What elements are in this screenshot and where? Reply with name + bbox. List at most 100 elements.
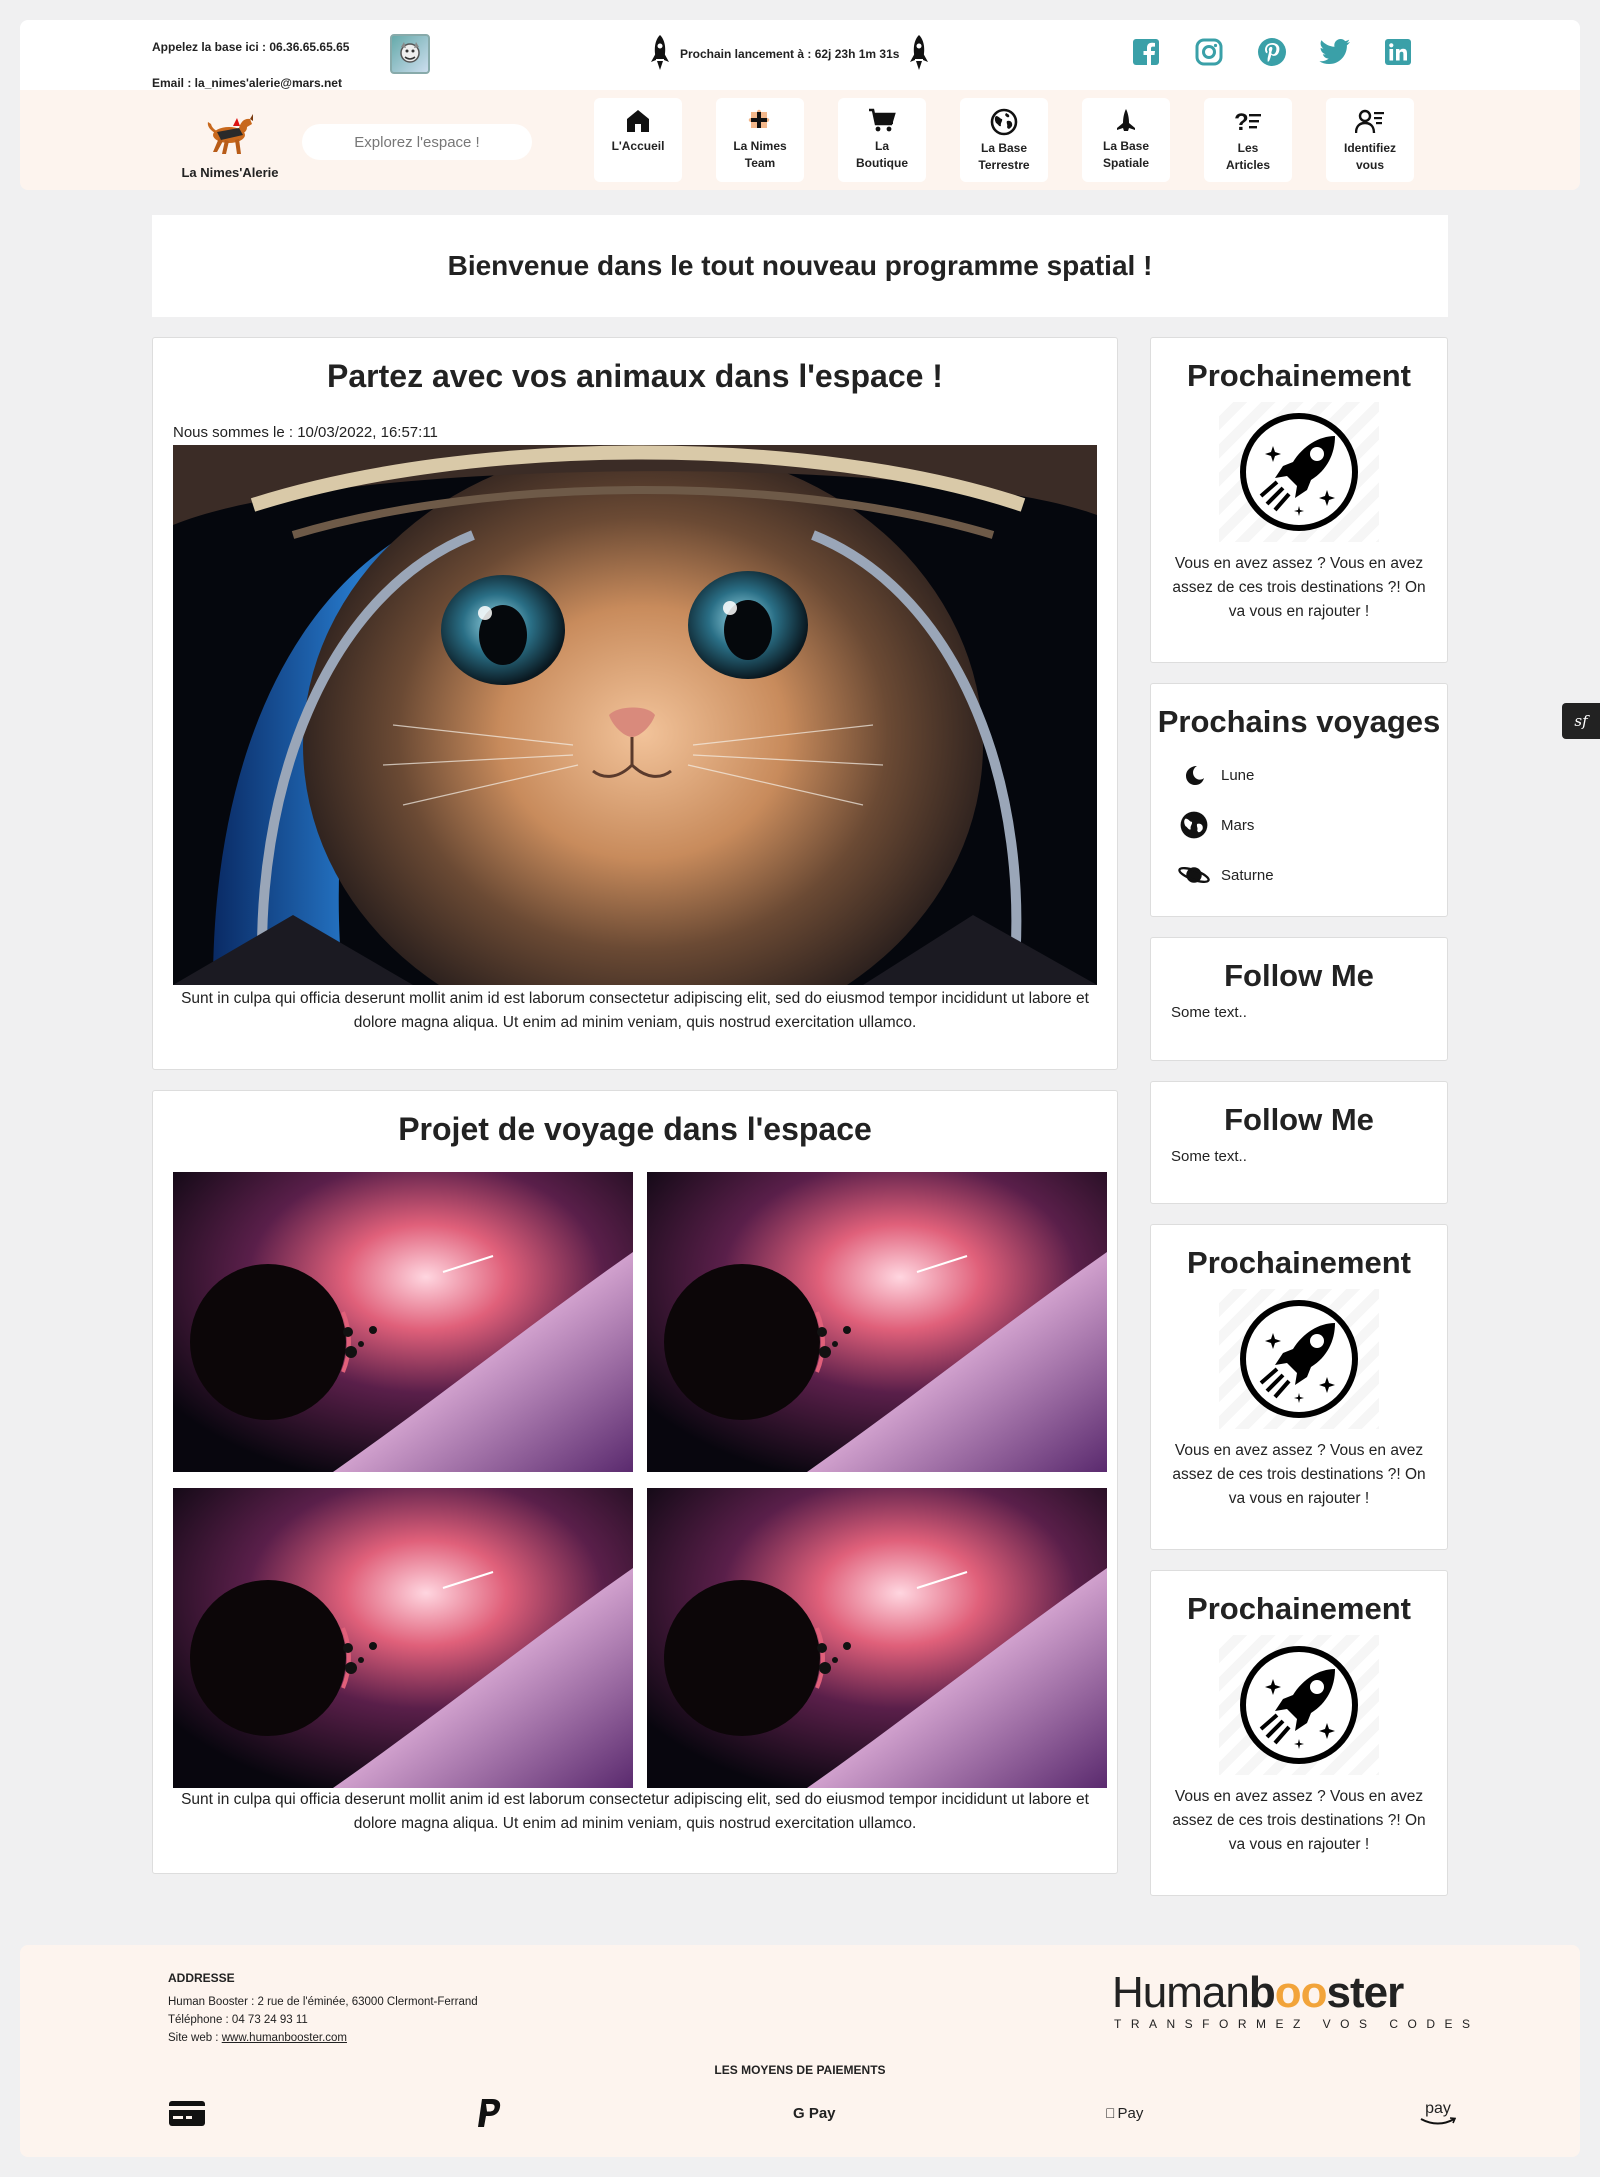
nav-item-base-terrestre[interactable]: La Base Terrestre <box>960 98 1048 182</box>
card-text: Vous en avez assez ? Vous en avez assez … <box>1172 1788 1426 1853</box>
countdown-text: Prochain lancement à : 62j 23h 1m 31s <box>680 47 900 61</box>
facebook-icon[interactable] <box>1130 36 1162 68</box>
logo-part: ster <box>1326 1968 1405 2017</box>
nav-label: Boutique <box>856 156 908 170</box>
nav-label: Terrestre <box>978 158 1030 172</box>
rocket-badge-icon <box>1219 402 1379 542</box>
contact-info: Appelez la base ici : 06.36.65.65.65 Ema… <box>152 30 349 92</box>
address-title: ADDRESSE <box>168 1971 235 1985</box>
nav-label: L'Accueil <box>611 139 665 153</box>
gallery-image[interactable] <box>173 1488 633 1788</box>
follow-card: Follow Me Some text.. <box>1150 937 1448 1061</box>
linkedin-icon[interactable] <box>1382 36 1414 68</box>
article-card: Projet de voyage dans l'espace Sunt in c… <box>152 1090 1118 1874</box>
nav-item-login[interactable]: Identifiez vous <box>1326 98 1414 182</box>
paypal-icon <box>475 2093 503 2133</box>
voyage-item[interactable]: Saturne <box>1177 850 1447 900</box>
payments-title: LES MOYENS DE PAIEMENTS <box>714 2063 886 2077</box>
pinterest-icon[interactable] <box>1256 36 1288 68</box>
logo-part: b <box>1248 1968 1276 2017</box>
card-text: Vous en avez assez ? Vous en avez assez … <box>1172 1442 1426 1507</box>
nav-label: vous <box>1355 158 1384 172</box>
article-title: Partez avec vos animaux dans l'espace ! <box>327 358 943 394</box>
applepay-icon: Pay <box>1105 2093 1143 2133</box>
dog-logo-icon <box>207 114 253 154</box>
current-date: Nous sommes le : 10/03/2022, 16:57:11 <box>173 424 438 441</box>
card-text: Some text.. <box>1171 1148 1247 1165</box>
footer: ADDRESSE Human Booster : 2 rue de l'émin… <box>20 1945 1580 2157</box>
amazon-pay-label: pay <box>1425 2100 1451 2117</box>
voyage-label: Mars <box>1221 816 1255 834</box>
twitter-icon[interactable] <box>1319 36 1351 68</box>
card-title: Prochains voyages <box>1157 704 1441 739</box>
logo-tagline: TRANSFORMEZ VOS CODES <box>1114 2017 1480 2031</box>
instagram-icon[interactable] <box>1193 36 1225 68</box>
prochainement-card: Prochainement Vous en avez assez ? Vous … <box>1150 1570 1448 1896</box>
payment-methods: G Pay Pay pay <box>168 2093 1458 2133</box>
search-input[interactable] <box>302 124 532 160</box>
symfony-toolbar-icon[interactable]: sf <box>1562 703 1600 739</box>
amazon-pay-icon: pay <box>1420 2093 1456 2133</box>
social-links <box>1130 36 1414 68</box>
gpay-icon: G Pay <box>793 2104 836 2122</box>
gallery-image[interactable] <box>647 1172 1107 1472</box>
voyage-item[interactable]: Lune <box>1177 750 1447 800</box>
nav-label: Spatiale <box>1102 156 1150 170</box>
article-text: Sunt in culpa qui officia deserunt molli… <box>181 1791 1089 1832</box>
article-card: Partez avec vos animaux dans l'espace ! … <box>152 337 1118 1070</box>
site-link[interactable]: www.humanbooster.com <box>222 2032 347 2044</box>
gallery-image[interactable] <box>647 1488 1107 1788</box>
brand-logo[interactable]: La Nimes'Alerie <box>160 108 300 180</box>
nav-label: Les <box>1237 141 1259 155</box>
nav-item-base-spatiale[interactable]: La Base Spatiale <box>1082 98 1170 182</box>
nav-label: Identifiez <box>1343 141 1396 155</box>
rocket-icon <box>909 34 929 74</box>
svg-text:?: ? <box>1234 109 1249 136</box>
gallery-image[interactable] <box>173 1172 633 1472</box>
card-title: Follow Me <box>1224 1102 1374 1137</box>
voyage-label: Lune <box>1221 766 1255 784</box>
card-title: Prochainement <box>1187 1245 1411 1280</box>
nav-label: La <box>874 139 889 153</box>
nav-label: La Nimes <box>733 139 787 153</box>
article-title: Projet de voyage dans l'espace <box>398 1111 872 1147</box>
follow-card: Follow Me Some text.. <box>1150 1081 1448 1204</box>
article-text: Sunt in culpa qui officia deserunt molli… <box>181 990 1089 1031</box>
site-label: Site web : <box>168 2032 222 2044</box>
card-title: Prochainement <box>1187 1591 1411 1626</box>
top-bar: Appelez la base ici : 06.36.65.65.65 Ema… <box>20 20 1580 90</box>
phone-text: Appelez la base ici : 06.36.65.65.65 <box>152 40 350 54</box>
logo-part: Human <box>1112 1968 1250 2017</box>
voyage-item[interactable]: Mars <box>1177 800 1447 850</box>
prochainement-card: Prochainement Vous en avez assez ? Vous … <box>1150 337 1448 663</box>
mascot-icon[interactable] <box>390 34 430 74</box>
card-text: Some text.. <box>1171 1004 1247 1021</box>
voyage-label: Saturne <box>1221 866 1274 884</box>
logo-part: oo <box>1274 1968 1328 2017</box>
astronaut-cat-image <box>173 445 1097 985</box>
rocket-icon <box>650 34 670 74</box>
globe-icon <box>1177 810 1211 840</box>
question-list-icon: ? <box>1234 109 1261 136</box>
rocket-badge-icon <box>1219 1635 1379 1775</box>
nav-item-accueil[interactable]: L'Accueil <box>594 98 682 182</box>
humanbooster-logo[interactable]: Humanbooster TRANSFORMEZ VOS CODES <box>1112 1968 1480 2032</box>
nav-label: Articles <box>1225 158 1271 172</box>
applepay-label: Pay <box>1107 2104 1144 2122</box>
address-block: ADDRESSE Human Booster : 2 rue de l'émin… <box>168 1969 478 2047</box>
credit-card-icon <box>168 2093 206 2133</box>
prochainement-card: Prochainement Vous en avez assez ? Vous … <box>1150 1224 1448 1550</box>
nav-item-articles[interactable]: ? Les Articles <box>1204 98 1292 182</box>
rocket-badge-icon <box>1219 1289 1379 1429</box>
nav-item-team[interactable]: La Nimes Team <box>716 98 804 182</box>
shuttle-icon <box>1117 109 1135 131</box>
card-text: Vous en avez assez ? Vous en avez assez … <box>1172 555 1426 620</box>
nav-item-boutique[interactable]: La Boutique <box>838 98 926 182</box>
puzzle-icon <box>748 109 770 128</box>
nav-label: Team <box>744 156 776 170</box>
card-title: Follow Me <box>1224 958 1374 993</box>
launch-countdown: Prochain lancement à : 62j 23h 1m 31s <box>650 34 929 74</box>
voyages-card: Prochains voyages Lune Mars Saturne <box>1150 683 1448 917</box>
main-nav: L'Accueil La Nimes Team La Boutique La B… <box>594 98 1414 182</box>
cart-icon <box>869 108 896 132</box>
